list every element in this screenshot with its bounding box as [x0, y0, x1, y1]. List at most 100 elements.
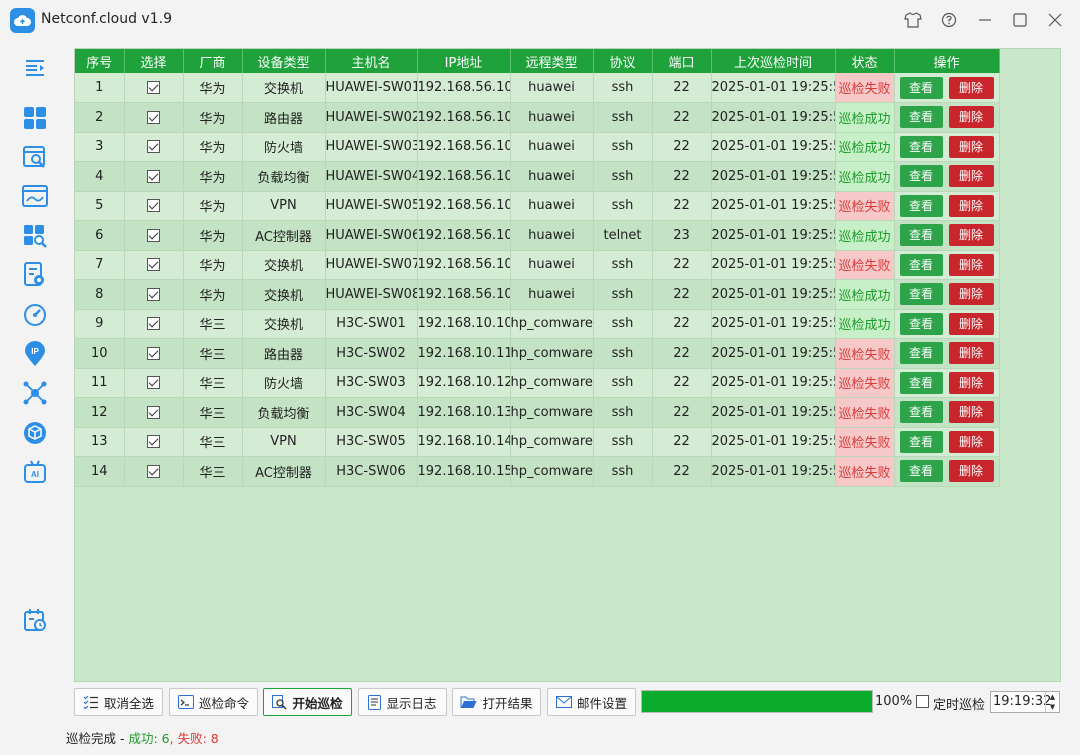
header-port[interactable]: 端口	[652, 49, 712, 73]
view-button[interactable]: 查看	[899, 430, 943, 453]
package-icon[interactable]	[22, 420, 48, 446]
delete-button[interactable]: 删除	[948, 76, 994, 99]
menu-toggle-icon[interactable]	[22, 55, 48, 81]
row-last-inspect: 2025-01-01 19:25:56	[711, 102, 836, 133]
deselect-all-button[interactable]: 取消全选	[74, 688, 163, 716]
header-protocol[interactable]: 协议	[593, 49, 653, 73]
delete-button[interactable]: 删除	[948, 165, 994, 188]
row-checkbox[interactable]	[147, 199, 160, 213]
delete-button[interactable]: 删除	[948, 224, 994, 247]
ip-location-icon[interactable]: IP	[22, 341, 48, 367]
header-status[interactable]: 状态	[835, 49, 895, 73]
maximize-icon[interactable]	[1008, 8, 1032, 32]
file-settings-icon[interactable]	[22, 262, 48, 288]
row-checkbox[interactable]	[147, 346, 160, 360]
table-row[interactable]: 7 华为交换机HUAWEI-SW07192.168.56.107huaweissh…	[75, 250, 1000, 280]
table-row[interactable]: 1 华为交换机HUAWEI-SW01192.168.56.101huaweissh…	[75, 73, 1000, 103]
spin-arrows-icon[interactable]: ▲ ▼	[1045, 692, 1059, 712]
delete-button[interactable]: 删除	[948, 430, 994, 453]
row-protocol: ssh	[593, 427, 653, 457]
table-row[interactable]: 9 华三 交换机 H3C-SW01 192.168.10.10 hp_comware ssh…	[75, 309, 1000, 339]
row-checkbox[interactable]	[147, 169, 160, 183]
delete-button[interactable]: 删除	[948, 253, 994, 276]
row-checkbox[interactable]	[147, 317, 160, 331]
header-hostname[interactable]: 主机名	[325, 49, 418, 73]
delete-button[interactable]: 删除	[948, 312, 994, 335]
ai-icon[interactable]: AI	[22, 459, 48, 485]
device-search-icon[interactable]	[22, 144, 48, 170]
skin-icon[interactable]	[901, 8, 925, 32]
header-select[interactable]: 选择	[124, 49, 184, 73]
delete-button[interactable]: 删除	[948, 194, 994, 217]
header-device-type[interactable]: 设备类型	[242, 49, 326, 73]
row-checkbox[interactable]	[147, 464, 160, 478]
help-icon[interactable]	[937, 8, 961, 32]
row-checkbox[interactable]	[147, 435, 160, 449]
search-grid-icon[interactable]	[22, 223, 48, 249]
view-button[interactable]: 查看	[899, 224, 943, 247]
timer-inspect-checkbox[interactable]	[916, 695, 929, 708]
view-button[interactable]: 查看	[899, 342, 943, 365]
speedometer-icon[interactable]	[22, 302, 48, 328]
table-row[interactable]: 8 华为交换机HUAWEI-SW08192.168.56.108huaweissh…	[75, 279, 1000, 310]
table-row[interactable]: 10 华三 路由器 H3C-SW02 192.168.10.11 hp_comware ss…	[75, 338, 1000, 369]
view-button[interactable]: 查看	[899, 401, 943, 424]
header-actions[interactable]: 操作	[894, 49, 1000, 73]
view-button[interactable]: 查看	[899, 76, 943, 99]
table-row[interactable]: 12 华三 负载均衡 H3C-SW04 192.168.10.13 hp_comware s…	[75, 397, 1000, 428]
row-vendor: 华为	[183, 250, 243, 280]
view-button[interactable]: 查看	[899, 194, 943, 217]
table-row[interactable]: 3 华为防火墙HUAWEI-SW03192.168.56.103huaweissh…	[75, 132, 1000, 162]
row-checkbox[interactable]	[147, 287, 160, 301]
browser-window-icon[interactable]	[22, 183, 48, 209]
row-checkbox[interactable]	[147, 405, 160, 419]
view-button[interactable]: 查看	[899, 312, 943, 335]
row-checkbox[interactable]	[147, 110, 160, 124]
inspect-command-button[interactable]: 巡检命令	[169, 688, 258, 716]
show-log-button[interactable]: 显示日志	[358, 688, 447, 716]
header-ip[interactable]: IP地址	[417, 49, 511, 73]
schedule-icon[interactable]	[22, 607, 48, 633]
header-last-inspect[interactable]: 上次巡检时间	[711, 49, 836, 73]
table-row[interactable]: 14 华三 AC控制器 H3C-SW06 192.168.10.15 hp_comware…	[75, 456, 1000, 487]
row-remote-type: hp_comware	[510, 456, 594, 487]
delete-button[interactable]: 删除	[948, 342, 994, 365]
view-button[interactable]: 查看	[899, 106, 943, 129]
row-status: 巡检成功	[835, 132, 895, 162]
delete-button[interactable]: 删除	[948, 135, 994, 158]
table-row[interactable]: 2 华为路由器HUAWEI-SW02192.168.56.102huaweissh…	[75, 102, 1000, 133]
view-button[interactable]: 查看	[899, 460, 943, 483]
row-actions: 查看 删除	[894, 427, 1000, 457]
view-button[interactable]: 查看	[899, 253, 943, 276]
delete-button[interactable]: 删除	[948, 460, 994, 483]
table-row[interactable]: 4 华为负载均衡HUAWEI-SW04192.168.56.104huaweiss…	[75, 161, 1000, 192]
delete-button[interactable]: 删除	[948, 401, 994, 424]
row-checkbox[interactable]	[147, 258, 160, 272]
minimize-icon[interactable]	[973, 8, 997, 32]
mail-settings-button[interactable]: 邮件设置	[547, 688, 636, 716]
close-icon[interactable]	[1043, 8, 1067, 32]
open-result-button[interactable]: 打开结果	[452, 688, 541, 716]
delete-button[interactable]: 删除	[948, 371, 994, 394]
view-button[interactable]: 查看	[899, 283, 943, 306]
table-row[interactable]: 11 华三 防火墙 H3C-SW03 192.168.10.12 hp_comware ss…	[75, 368, 1000, 398]
timer-time-spinbox[interactable]: 19:19:32 ▲ ▼	[990, 691, 1060, 713]
header-index[interactable]: 序号	[75, 49, 125, 73]
row-checkbox[interactable]	[147, 376, 160, 390]
table-row[interactable]: 6 华为AC控制器HUAWEI-SW06192.168.56.106huaweit…	[75, 220, 1000, 251]
delete-button[interactable]: 删除	[948, 283, 994, 306]
row-checkbox[interactable]	[147, 81, 160, 94]
view-button[interactable]: 查看	[899, 135, 943, 158]
delete-button[interactable]: 删除	[948, 106, 994, 129]
table-row[interactable]: 13 华三 VPN H3C-SW05 192.168.10.14 hp_comware ss…	[75, 427, 1000, 457]
row-checkbox[interactable]	[147, 228, 160, 242]
view-button[interactable]: 查看	[899, 165, 943, 188]
row-checkbox[interactable]	[147, 140, 160, 154]
start-inspect-button[interactable]: 开始巡检	[263, 688, 352, 716]
dashboard-icon[interactable]	[22, 105, 48, 131]
network-topology-icon[interactable]	[22, 380, 48, 406]
header-vendor[interactable]: 厂商	[183, 49, 243, 73]
header-remote-type[interactable]: 远程类型	[510, 49, 594, 73]
view-button[interactable]: 查看	[899, 371, 943, 394]
table-row[interactable]: 5 华为VPNHUAWEI-SW05192.168.56.105huaweissh…	[75, 191, 1000, 221]
